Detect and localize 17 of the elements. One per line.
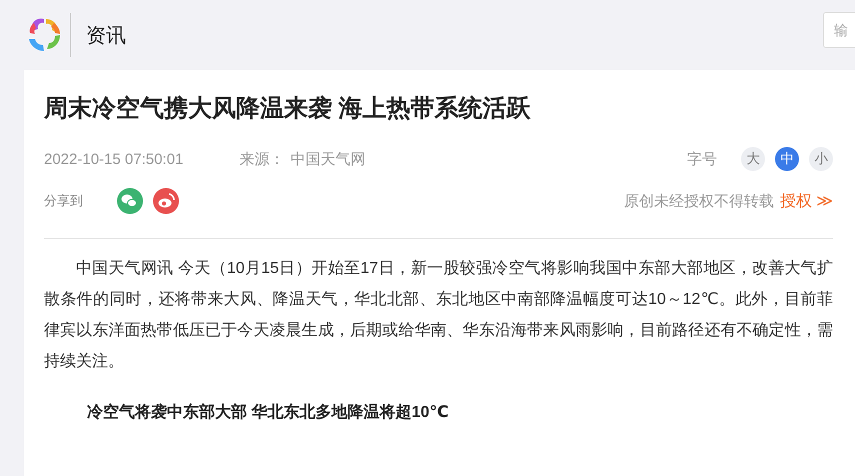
wechat-icon[interactable] [117, 188, 143, 214]
article-paragraph: 中国天气网讯 今天（10月15日）开始至17日，新一股较强冷空气将影响我国中东部大部地区，改善大气扩散条件的同时，还将带来大风、降温天气，华北北部、东北地区中南部降温幅度可达10～12℃。此外，目前菲律宾以东洋面热带低压已于今天凌晨生成，后期或给华南、华东沿海带来风雨影响，目前路径还有不确定性，需持续关注。 [44, 258, 833, 372]
font-size-button[interactable]: 小 [809, 147, 833, 171]
copyright-notice: 原创未经授权不得转载 [624, 192, 774, 210]
source-label: 来源： [239, 150, 284, 168]
source-name: 中国天气网 [290, 150, 366, 168]
license-link[interactable]: 授权 ≫ [780, 190, 833, 212]
publish-time: 2022-10-15 07:50:01 [44, 150, 184, 168]
article-title: 周末冷空气携大风降温来袭 海上热带系统活跃 [44, 94, 531, 124]
section-heading: 冷空气将袭中东部大部 华北东北多地降温将超10℃ [87, 402, 450, 423]
search-field[interactable]: 输 [823, 12, 855, 48]
section-title: 资讯 [86, 24, 126, 48]
font-size-button[interactable]: 中 [775, 147, 799, 171]
weibo-icon[interactable] [153, 188, 179, 214]
font-size-button[interactable]: 大 [741, 147, 765, 171]
share-label: 分享到 [44, 192, 83, 210]
font-size-label: 字号 [687, 150, 717, 168]
